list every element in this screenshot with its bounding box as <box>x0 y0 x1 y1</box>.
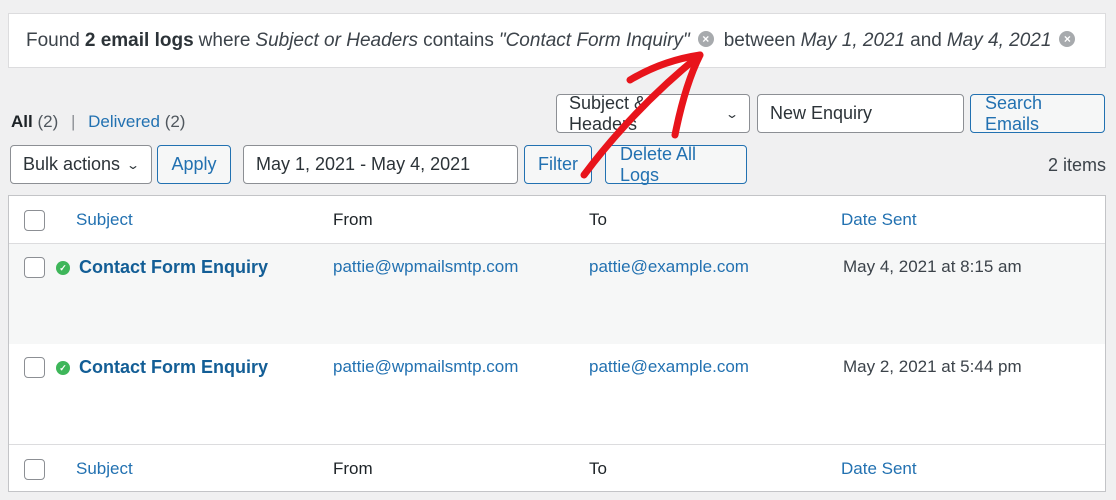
select-all-checkbox[interactable] <box>24 210 45 231</box>
notice-prefix: Found <box>26 29 80 51</box>
search-input[interactable]: New Enquiry <box>757 94 964 133</box>
row-from[interactable]: pattie@wpmailsmtp.com <box>333 357 518 377</box>
filter-button[interactable]: Filter <box>524 145 592 184</box>
search-field-select[interactable]: Subject & Headers ⌄ <box>556 92 750 134</box>
delivered-check-icon: ✓ <box>56 361 70 375</box>
search-emails-button[interactable]: Search Emails <box>970 93 1105 134</box>
table-header: Subject From To Date Sent <box>9 196 1105 244</box>
row-to[interactable]: pattie@example.com <box>589 257 749 277</box>
row-checkbox[interactable] <box>24 357 45 378</box>
search-field-value: Subject & Headers <box>569 92 647 134</box>
items-count: 2 items <box>1047 155 1106 175</box>
row-to[interactable]: pattie@example.com <box>589 357 749 377</box>
select-all-checkbox-footer[interactable] <box>24 459 45 480</box>
table-footer: Subject From To Date Sent <box>9 444 1105 492</box>
apply-button[interactable]: Apply <box>157 145 231 184</box>
column-subject[interactable]: Subject <box>76 210 133 230</box>
bulk-actions-value: Bulk actions <box>23 154 121 174</box>
notice-and: and <box>910 29 942 51</box>
row-checkbox[interactable] <box>24 257 45 278</box>
notice-field: Subject or Headers <box>255 29 419 51</box>
row-date-sent: May 2, 2021 at 5:44 pm <box>843 357 1022 376</box>
view-delivered-link[interactable]: Delivered <box>88 112 160 131</box>
notice-count: 2 email logs <box>84 29 194 51</box>
view-separator: | <box>70 112 76 131</box>
notice-date-to: May 4, 2021 <box>946 29 1052 51</box>
view-all-label[interactable]: All <box>11 112 33 131</box>
notice-contains: contains <box>423 29 494 51</box>
delete-all-logs-button[interactable]: Delete All Logs <box>605 144 747 185</box>
chevron-down-icon: ⌄ <box>126 157 141 172</box>
column-from-footer: From <box>333 459 373 478</box>
view-delivered-count: (2) <box>164 112 186 131</box>
row-subject-link[interactable]: Contact Form Enquiry <box>79 357 268 378</box>
status-views: All (2) | Delivered (2) <box>11 112 185 132</box>
date-range-input[interactable]: May 1, 2021 - May 4, 2021 <box>243 145 518 184</box>
notice-term: "Contact Form Inquiry" <box>498 29 690 51</box>
delivered-check-icon: ✓ <box>56 261 70 275</box>
table-row: ✓ Contact Form Enquiry pattie@wpmailsmtp… <box>9 344 1105 444</box>
row-from[interactable]: pattie@wpmailsmtp.com <box>333 257 518 277</box>
search-input-value: New Enquiry <box>770 103 873 123</box>
clear-date-range-icon[interactable]: × <box>1059 30 1076 47</box>
table-row: ✓ Contact Form Enquiry pattie@wpmailsmtp… <box>9 244 1105 344</box>
row-date-sent: May 4, 2021 at 8:15 am <box>843 257 1022 276</box>
column-to: To <box>589 210 607 229</box>
notice-between: between <box>723 29 796 51</box>
date-range-value: May 1, 2021 - May 4, 2021 <box>256 154 471 174</box>
column-subject-footer[interactable]: Subject <box>76 459 133 479</box>
view-all-count: (2) <box>37 112 59 131</box>
column-from: From <box>333 210 373 229</box>
notice-date-from: May 1, 2021 <box>800 29 906 51</box>
row-subject-link[interactable]: Contact Form Enquiry <box>79 257 268 278</box>
column-date-sent[interactable]: Date Sent <box>841 210 917 230</box>
notice-where: where <box>198 29 251 51</box>
email-log-page: Found 2 email logs where Subject or Head… <box>0 0 1116 500</box>
column-to-footer: To <box>589 459 607 478</box>
search-result-notice: Found 2 email logs where Subject or Head… <box>8 13 1106 68</box>
email-logs-table: Subject From To Date Sent ✓ Contact Form… <box>8 195 1106 492</box>
column-date-sent-footer[interactable]: Date Sent <box>841 459 917 479</box>
clear-search-term-icon[interactable]: × <box>697 30 714 47</box>
chevron-down-icon: ⌄ <box>724 106 740 121</box>
bulk-actions-select[interactable]: Bulk actions ⌄ <box>10 145 152 184</box>
